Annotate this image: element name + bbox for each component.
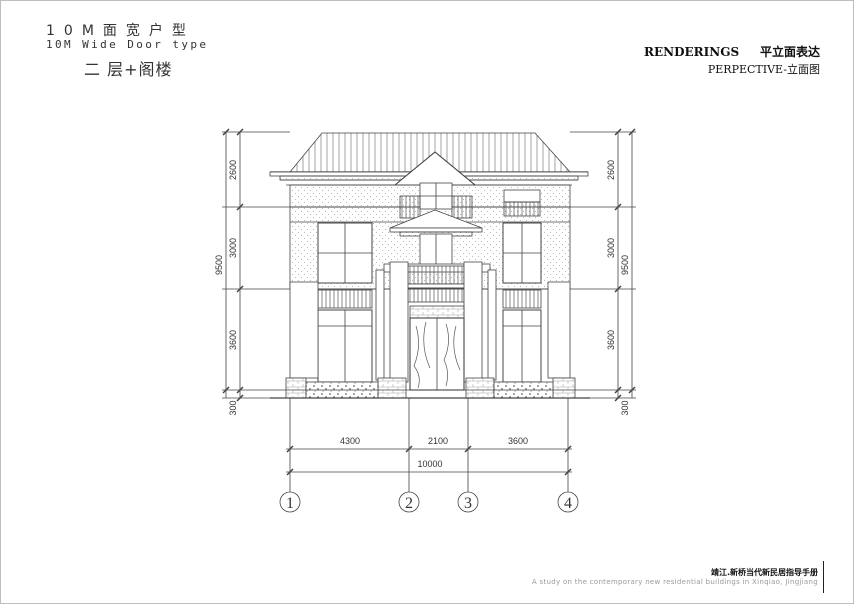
elevation-drawing: 2600 3000 3600 9500 300 2600 3000 3600 9… [214,128,636,513]
right-dim-1: 2600 [606,160,616,180]
axis-label-3: 3 [464,495,472,512]
left-dim-2: 3000 [228,238,238,258]
roof [269,132,589,186]
entrance-door [409,305,465,391]
axis-label-4: 4 [564,495,572,512]
left-dim-3: 3600 [228,330,238,350]
right-bay [502,222,542,383]
right-dim-total: 9500 [620,255,630,275]
right-dim-base: 300 [620,400,630,415]
bottom-dim-3: 3600 [508,436,528,446]
bottom-dim-1: 4300 [340,436,360,446]
left-dim-total: 9500 [214,255,224,275]
bottom-dim-2: 2100 [428,436,448,446]
right-dim-2: 3000 [606,238,616,258]
bottom-dim-total: 10000 [417,459,442,469]
right-dim-3: 3600 [606,330,616,350]
axis-label-2: 2 [405,495,413,512]
axis-markers [279,491,579,513]
left-dim-base: 300 [228,400,238,415]
left-dim-1: 2600 [228,160,238,180]
left-bay [317,222,373,383]
axis-label-1: 1 [286,495,294,512]
